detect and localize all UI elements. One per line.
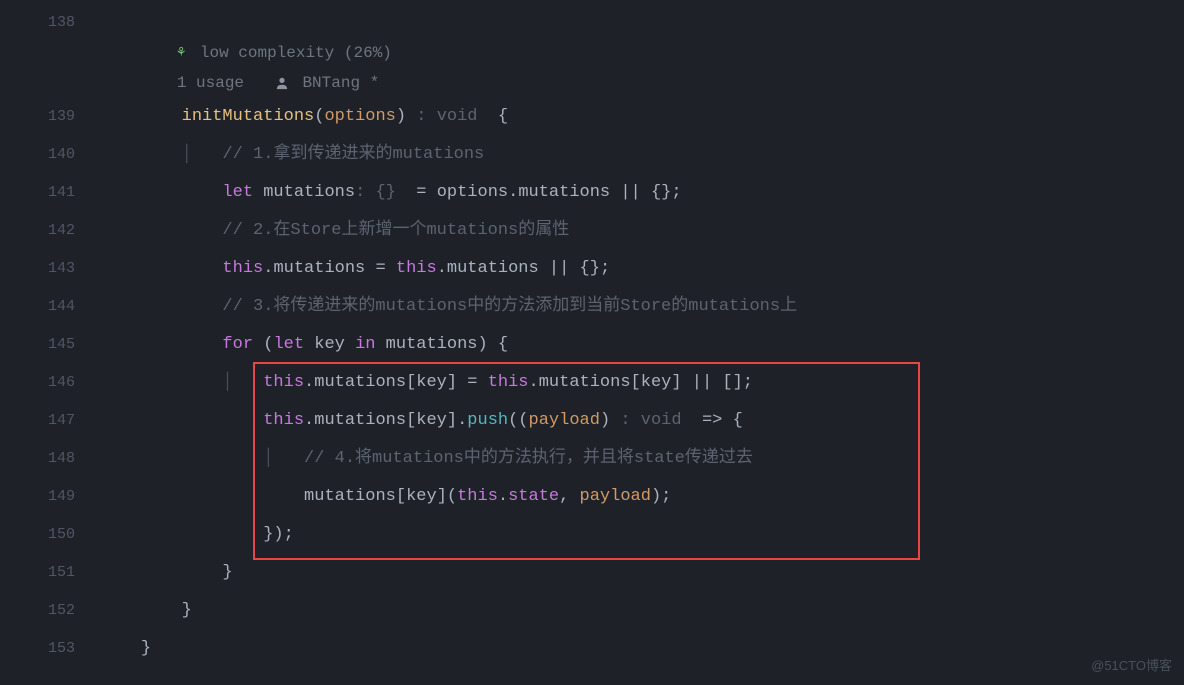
- line-number: 153: [0, 630, 75, 668]
- code-line[interactable]: }: [95, 592, 1184, 630]
- return-type: void: [641, 411, 682, 430]
- code-line[interactable]: mutations[key](this.state, payload);: [95, 478, 1184, 516]
- comment: // 1.拿到传递进来的mutations: [222, 145, 484, 164]
- property: mutations: [447, 259, 539, 278]
- keyword: let: [273, 335, 304, 354]
- usage-hint[interactable]: 1 usage BNTang *: [95, 68, 1184, 98]
- keyword: this: [488, 373, 529, 392]
- variable: key: [416, 411, 447, 430]
- literal: {}: [580, 259, 600, 278]
- variable: key: [314, 335, 345, 354]
- complexity-hint[interactable]: ⚘ low complexity (26%): [95, 38, 1184, 68]
- property: state: [508, 487, 559, 506]
- code-line[interactable]: });: [95, 516, 1184, 554]
- line-number: 143: [0, 250, 75, 288]
- user-icon: [273, 76, 291, 90]
- line-number: 148: [0, 440, 75, 478]
- method: push: [467, 411, 508, 430]
- keyword: for: [222, 335, 253, 354]
- line-number: 139: [0, 98, 75, 136]
- parameter: payload: [529, 411, 600, 430]
- property: mutations: [518, 183, 610, 202]
- type-annotation: : {}: [355, 183, 406, 202]
- comment: // 4.将mutations中的方法执行，并且将state传递过去: [304, 449, 753, 468]
- property: mutations: [314, 411, 406, 430]
- identifier: payload: [580, 487, 651, 506]
- code-line[interactable]: // 2.在Store上新增一个mutations的属性: [95, 212, 1184, 250]
- keyword: this: [263, 373, 304, 392]
- line-number: 146: [0, 364, 75, 402]
- return-type: void: [437, 107, 478, 126]
- code-editor[interactable]: 138 139 140 141 142 143 144 145 146 147 …: [0, 0, 1184, 685]
- code-line[interactable]: let mutations: {} = options.mutations ||…: [95, 174, 1184, 212]
- line-number: 141: [0, 174, 75, 212]
- line-number: 140: [0, 136, 75, 174]
- author-text: BNTang *: [302, 74, 379, 92]
- line-number: 147: [0, 402, 75, 440]
- watermark: @51CTO博客: [1091, 656, 1172, 677]
- function-name: initMutations: [182, 107, 315, 126]
- code-line[interactable]: }: [95, 630, 1184, 668]
- line-number: 145: [0, 326, 75, 364]
- identifier: options: [437, 183, 508, 202]
- code-line[interactable]: this.mutations = this.mutations || {};: [95, 250, 1184, 288]
- literal: []: [722, 373, 742, 392]
- property: mutations: [273, 259, 365, 278]
- code-line[interactable]: this.mutations[key].push((payload) : voi…: [95, 402, 1184, 440]
- literal: {}: [651, 183, 671, 202]
- variable: mutations: [304, 487, 396, 506]
- keyword: this: [222, 259, 263, 278]
- code-line[interactable]: │ // 1.拿到传递进来的mutations: [95, 136, 1184, 174]
- line-number: 149: [0, 478, 75, 516]
- line-number: 138: [0, 8, 75, 38]
- line-number-gutter: 138 139 140 141 142 143 144 145 146 147 …: [0, 0, 95, 685]
- complexity-text: low complexity (26%): [200, 44, 392, 62]
- keyword: let: [222, 183, 253, 202]
- code-line[interactable]: │ // 4.将mutations中的方法执行，并且将state传递过去: [95, 440, 1184, 478]
- usage-text: 1 usage: [177, 74, 244, 92]
- keyword: in: [355, 335, 375, 354]
- variable: mutations: [386, 335, 478, 354]
- code-line[interactable]: │ this.mutations[key] = this.mutations[k…: [95, 364, 1184, 402]
- property: mutations: [314, 373, 406, 392]
- code-line[interactable]: }: [95, 554, 1184, 592]
- line-number: 144: [0, 288, 75, 326]
- keyword: this: [396, 259, 437, 278]
- code-line[interactable]: initMutations(options) : void {: [95, 98, 1184, 136]
- property: mutations: [539, 373, 631, 392]
- line-number: 152: [0, 592, 75, 630]
- variable: key: [406, 487, 437, 506]
- comment: // 2.在Store上新增一个mutations的属性: [222, 221, 569, 240]
- variable: key: [416, 373, 447, 392]
- parameter: options: [324, 107, 395, 126]
- complexity-icon: ⚘: [177, 38, 185, 68]
- code-line[interactable]: for (let key in mutations) {: [95, 326, 1184, 364]
- code-line[interactable]: // 3.将传递进来的mutations中的方法添加到当前Store的mutat…: [95, 288, 1184, 326]
- line-number: 150: [0, 516, 75, 554]
- keyword: this: [457, 487, 498, 506]
- line-number: 142: [0, 212, 75, 250]
- variable: key: [641, 373, 672, 392]
- comment: // 3.将传递进来的mutations中的方法添加到当前Store的mutat…: [222, 297, 797, 316]
- variable: mutations: [263, 183, 355, 202]
- line-number: 151: [0, 554, 75, 592]
- code-content[interactable]: ⚘ low complexity (26%) 1 usage BNTang * …: [95, 0, 1184, 685]
- keyword: this: [263, 411, 304, 430]
- code-line[interactable]: [95, 8, 1184, 38]
